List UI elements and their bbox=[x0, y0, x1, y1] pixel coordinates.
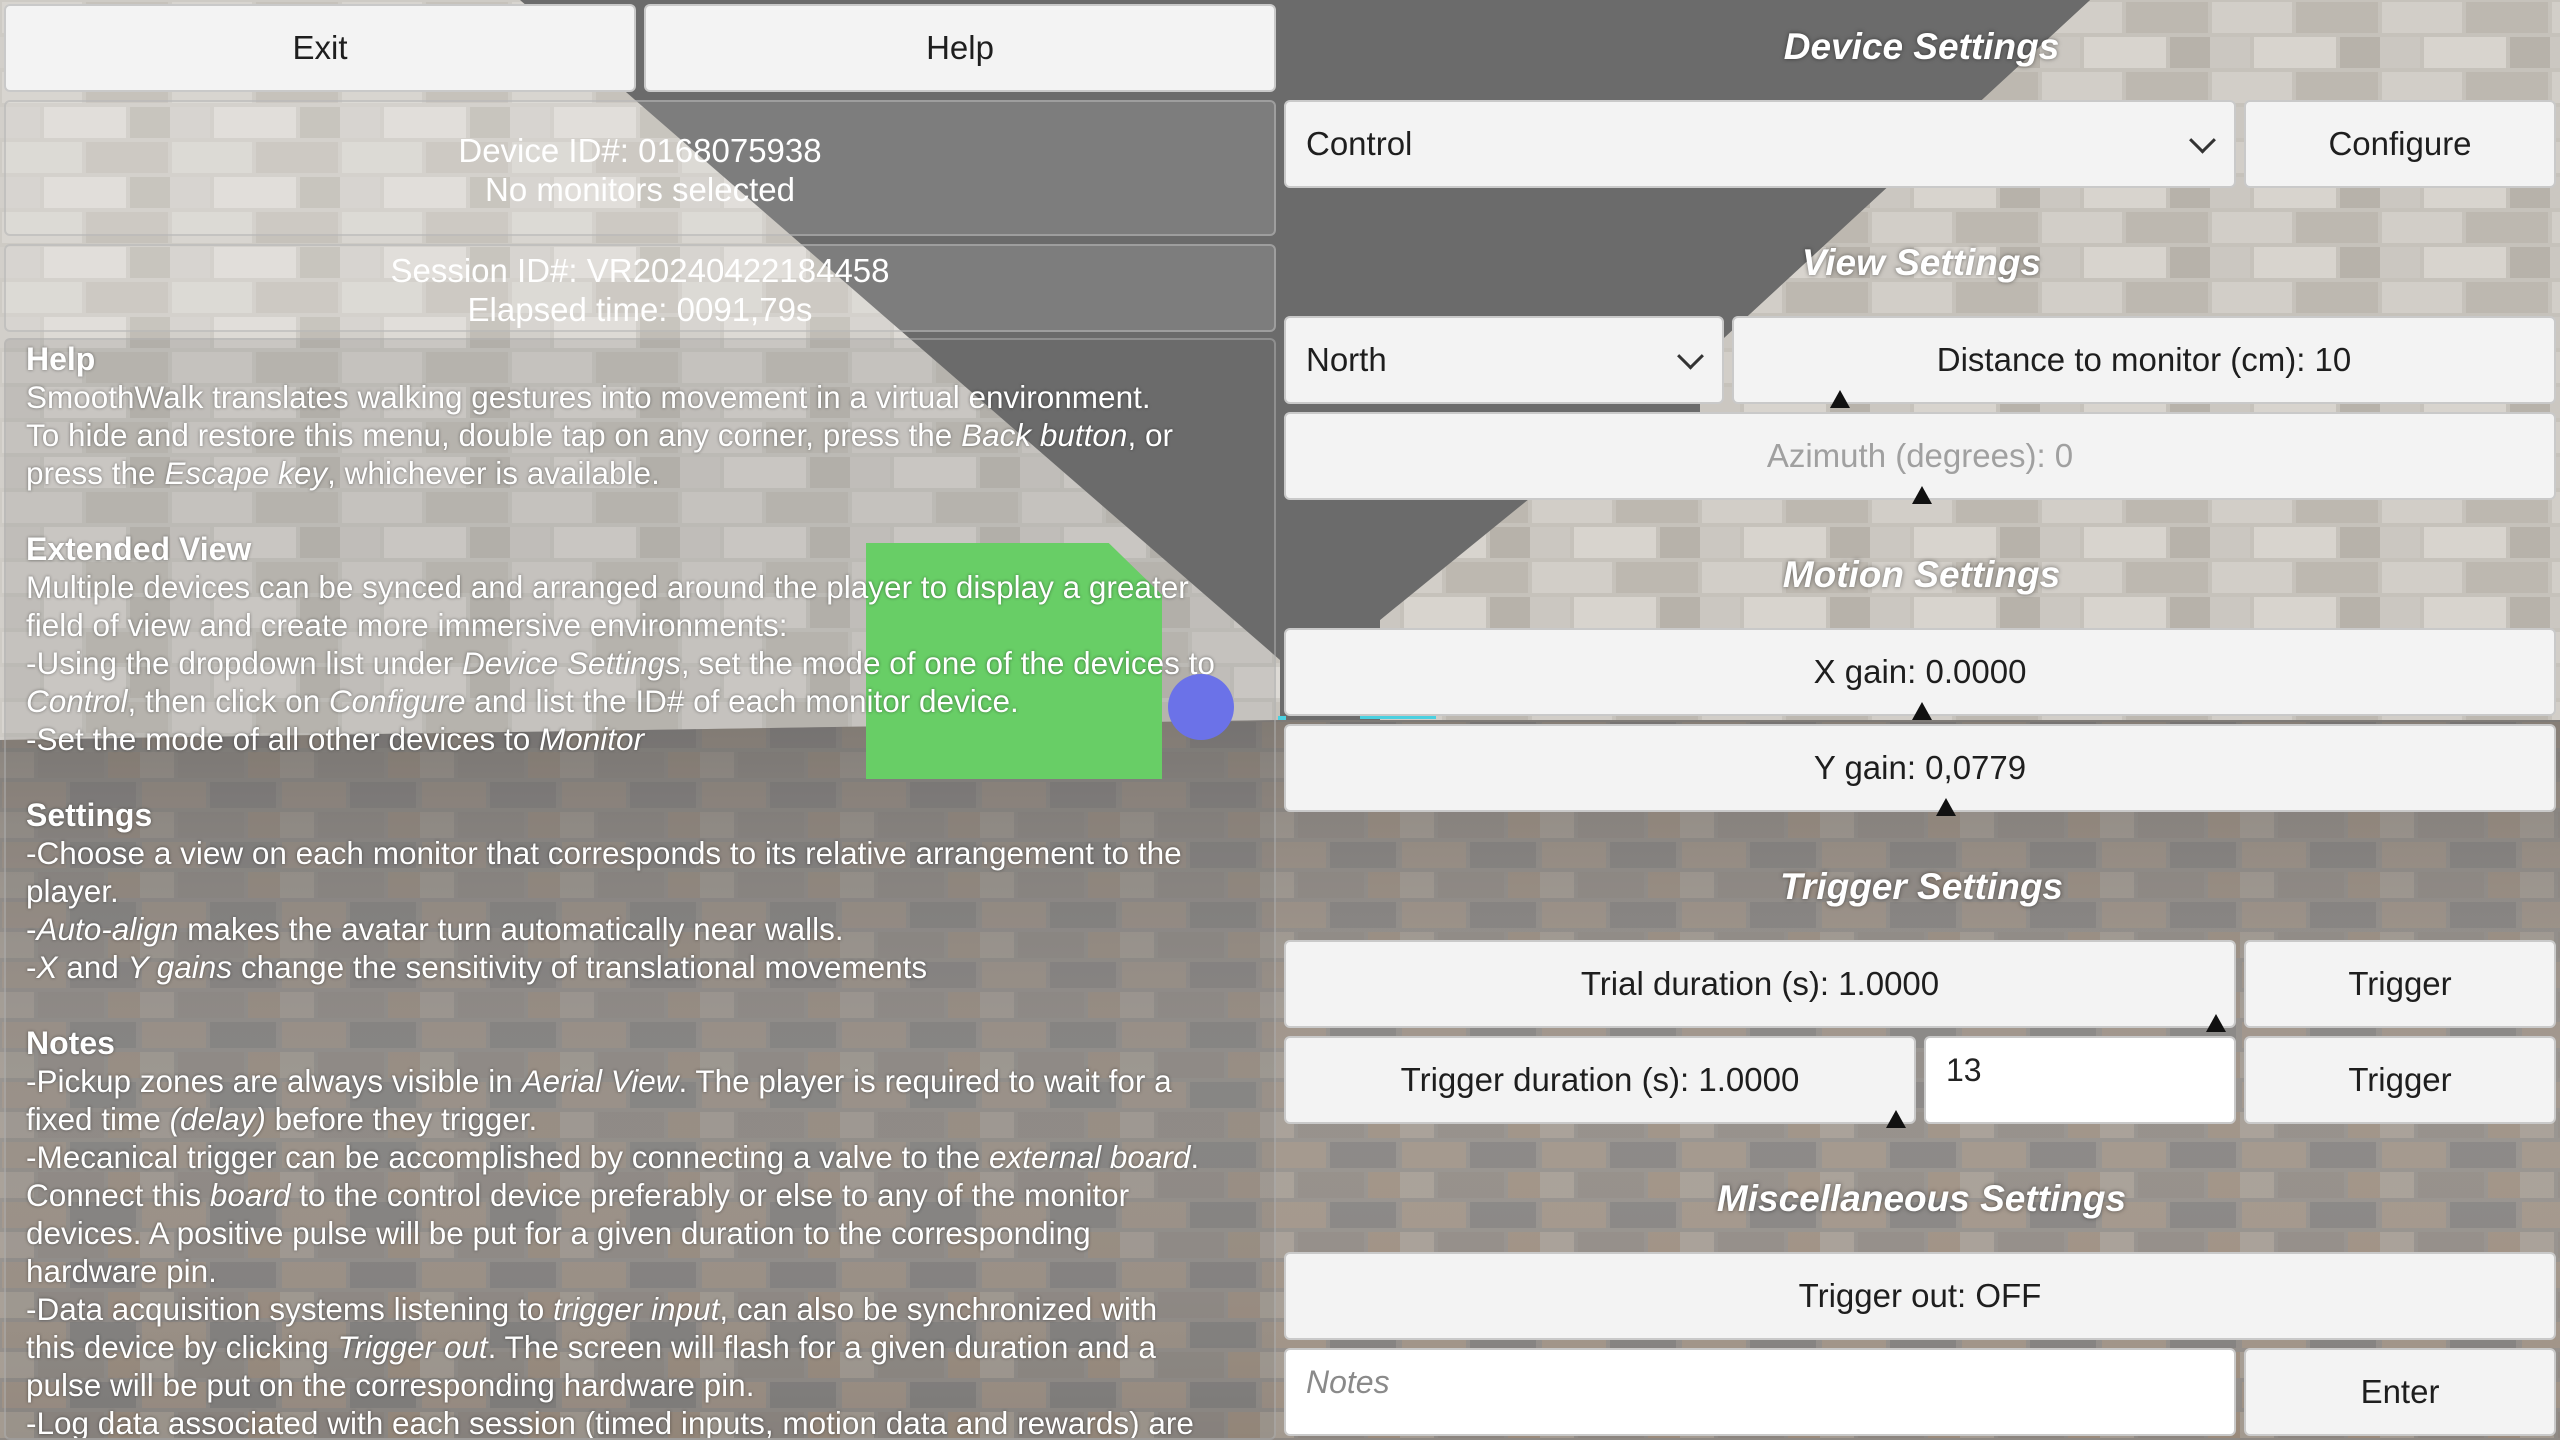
help-line: this device by clicking Trigger out. The… bbox=[26, 1329, 1156, 1365]
configure-button[interactable]: Configure bbox=[2244, 100, 2556, 188]
view-direction-dropdown[interactable]: North bbox=[1284, 316, 1724, 404]
session-id-text: Session ID#: VR20240422184458 bbox=[390, 252, 890, 289]
azimuth-slider[interactable]: Azimuth (degrees): 0 bbox=[1284, 412, 2556, 504]
help-line: -Set the mode of all other devices to Mo… bbox=[26, 721, 645, 757]
help-line: pulse will be put on the corresponding h… bbox=[26, 1367, 755, 1403]
slider-handle-icon[interactable] bbox=[1936, 798, 1956, 816]
notes-input[interactable]: Notes bbox=[1284, 1348, 2236, 1436]
device-settings-title: Device Settings bbox=[1783, 26, 2060, 67]
help-line: player. bbox=[26, 873, 119, 909]
help-line: -Choose a view on each monitor that corr… bbox=[26, 835, 1182, 871]
trigger-out-button[interactable]: Trigger out: OFF bbox=[1284, 1252, 2556, 1340]
horizon-marker bbox=[1278, 716, 1286, 720]
help-line: press the Escape key, whichever is avail… bbox=[26, 455, 660, 491]
chevron-down-icon bbox=[2189, 126, 2216, 154]
y-gain-slider[interactable]: Y gain: 0,0779 bbox=[1284, 724, 2556, 816]
help-line: -Pickup zones are always visible in Aeri… bbox=[26, 1063, 1172, 1099]
help-line: -Data acquisition systems listening to t… bbox=[26, 1291, 1158, 1327]
help-line: -Log data associated with each session (… bbox=[26, 1405, 1194, 1440]
horizon-marker bbox=[1360, 716, 1436, 719]
help-line: Connect this board to the control device… bbox=[26, 1177, 1130, 1213]
trigger-button[interactable]: Trigger bbox=[2244, 940, 2556, 1028]
monitors-text: No monitors selected bbox=[485, 171, 795, 208]
trigger-button[interactable]: Trigger bbox=[2244, 1036, 2556, 1124]
help-line: field of view and create more immersive … bbox=[26, 607, 788, 643]
help-line: hardware pin. bbox=[26, 1253, 217, 1289]
azimuth-label: Azimuth (degrees): 0 bbox=[1766, 437, 2074, 474]
help-line: devices. A positive pulse will be put fo… bbox=[26, 1215, 1091, 1251]
slider-handle-icon[interactable] bbox=[1912, 486, 1932, 504]
trigger-pin-input[interactable]: 13 bbox=[1924, 1036, 2236, 1124]
help-line: fixed time (delay) before they trigger. bbox=[26, 1101, 538, 1137]
device-id-text: Device ID#: 0168075938 bbox=[458, 132, 822, 169]
trigger-duration-slider[interactable]: Trigger duration (s): 1.0000 bbox=[1284, 1036, 1916, 1128]
trigger-settings-title: Trigger Settings bbox=[1779, 866, 2064, 907]
device-status-panel: Device ID#: 0168075938 No monitors selec… bbox=[4, 100, 1276, 236]
help-line: -X and Y gains change the sensitivity of… bbox=[26, 949, 928, 985]
help-line: -Mecanical trigger can be accomplished b… bbox=[26, 1139, 1200, 1175]
elapsed-time-text: Elapsed time: 0091,79s bbox=[467, 291, 813, 328]
help-line: To hide and restore this menu, double ta… bbox=[26, 417, 1173, 453]
help-line: -Auto-align makes the avatar turn automa… bbox=[26, 911, 844, 947]
extended-view-heading: Extended View bbox=[26, 531, 252, 567]
device-mode-dropdown[interactable]: Control bbox=[1284, 100, 2236, 188]
distance-label: Distance to monitor (cm): 10 bbox=[1936, 341, 2352, 378]
help-line: Control, then click on Configure and lis… bbox=[26, 683, 1019, 719]
slider-handle-icon[interactable] bbox=[1830, 390, 1850, 408]
motion-settings-title: Motion Settings bbox=[1782, 554, 2061, 595]
view-direction-value: North bbox=[1306, 341, 1387, 378]
help-line: Multiple devices can be synced and arran… bbox=[26, 569, 1189, 605]
trial-duration-label: Trial duration (s): 1.0000 bbox=[1580, 965, 1940, 1002]
help-line: -Using the dropdown list under Device Se… bbox=[26, 645, 1215, 681]
slider-handle-icon[interactable] bbox=[1912, 702, 1932, 720]
help-button[interactable]: Help bbox=[644, 4, 1276, 92]
misc-settings-title: Miscellaneous Settings bbox=[1716, 1178, 2127, 1219]
settings-heading: Settings bbox=[26, 797, 153, 833]
distance-slider[interactable]: Distance to monitor (cm): 10 bbox=[1732, 316, 2556, 408]
y-gain-label: Y gain: 0,0779 bbox=[1813, 749, 2027, 786]
x-gain-label: X gain: 0.0000 bbox=[1813, 653, 2027, 690]
x-gain-slider[interactable]: X gain: 0.0000 bbox=[1284, 628, 2556, 720]
trigger-duration-label: Trigger duration (s): 1.0000 bbox=[1400, 1061, 1800, 1098]
session-status-panel: Session ID#: VR20240422184458 Elapsed ti… bbox=[4, 244, 1276, 332]
view-settings-title: View Settings bbox=[1801, 242, 2042, 283]
slider-handle-icon[interactable] bbox=[2206, 1014, 2226, 1032]
trial-duration-slider[interactable]: Trial duration (s): 1.0000 bbox=[1284, 940, 2236, 1032]
chevron-down-icon bbox=[1677, 342, 1704, 370]
help-text-panel: Help SmoothWalk translates walking gestu… bbox=[4, 338, 1276, 1440]
help-line: SmoothWalk translates walking gestures i… bbox=[26, 379, 1151, 415]
enter-button[interactable]: Enter bbox=[2244, 1348, 2556, 1436]
device-mode-value: Control bbox=[1306, 125, 1413, 162]
help-heading: Help bbox=[26, 341, 96, 377]
notes-heading: Notes bbox=[26, 1025, 115, 1061]
slider-handle-icon[interactable] bbox=[1886, 1110, 1906, 1128]
exit-button[interactable]: Exit bbox=[4, 4, 636, 92]
player-marker bbox=[1168, 674, 1234, 740]
